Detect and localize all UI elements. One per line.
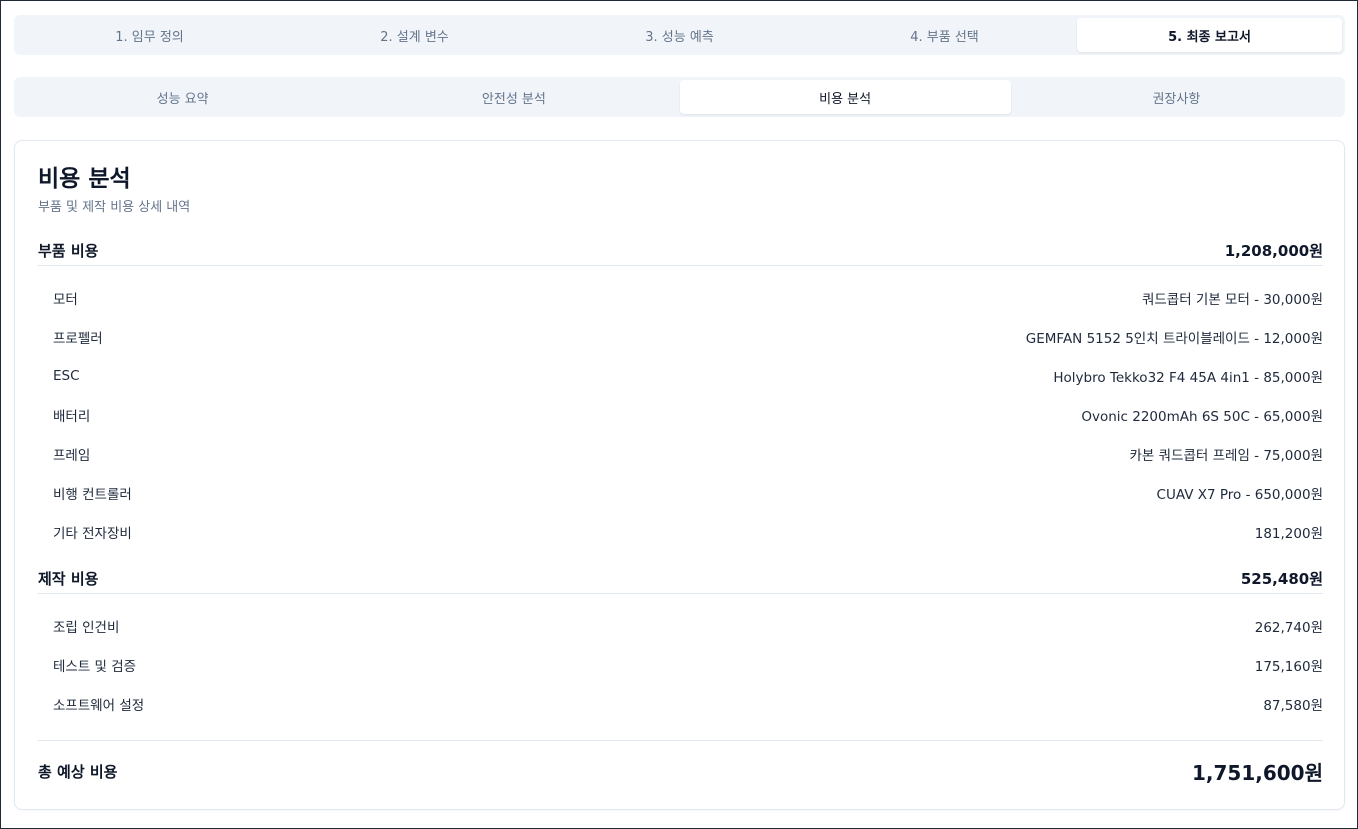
manufacturing-cost-label: 제작 비용 [38,570,99,588]
cost-item-propeller: 프로펠러 GEMFAN 5152 5인치 트라이블레이드 - 12,000원 [38,325,1323,349]
cost-item-value: Ovonic 2200mAh 6S 50C - 65,000원 [1081,409,1323,425]
cost-item-testing: 테스트 및 검증 175,160원 [38,653,1323,677]
cost-item-battery: 배터리 Ovonic 2200mAh 6S 50C - 65,000원 [38,403,1323,427]
total-divider [38,740,1323,741]
step-tab-2[interactable]: 2. 설계 변수 [282,18,547,52]
cost-item-label: 모터 [53,292,78,308]
step-tabs: 1. 임무 정의 2. 설계 변수 3. 성능 예측 4. 부품 선택 5. 최… [14,15,1345,55]
total-cost-label: 총 예상 비용 [38,762,118,781]
cost-item-label: 테스트 및 검증 [53,659,137,675]
report-subtabs: 성능 요약 안전성 분석 비용 분석 권장사항 [14,77,1345,117]
cost-item-label: 프로펠러 [53,331,103,347]
cost-item-value: CUAV X7 Pro - 650,000원 [1156,487,1323,503]
cost-item-other-electronics: 기타 전자장비 181,200원 [38,520,1323,544]
total-cost-row: 총 예상 비용 1,751,600원 [38,754,1323,788]
parts-cost-total: 1,208,000원 [1224,242,1323,260]
cost-item-value: 175,160원 [1254,659,1323,675]
step-tab-4[interactable]: 4. 부품 선택 [812,18,1077,52]
cost-item-esc: ESC Holybro Tekko32 F4 45A 4in1 - 85,000… [38,364,1323,388]
subtab-recommendations[interactable]: 권장사항 [1011,80,1342,114]
subtab-cost-analysis[interactable]: 비용 분석 [679,80,1011,114]
cost-item-value: 262,740원 [1254,620,1323,636]
cost-item-label: 소프트웨어 설정 [53,698,145,714]
cost-item-label: 프레임 [53,448,91,464]
cost-item-label: ESC [53,368,80,384]
cost-item-software-setup: 소프트웨어 설정 87,580원 [38,692,1323,716]
subtab-safety-analysis[interactable]: 안전성 분석 [348,80,679,114]
cost-item-value: GEMFAN 5152 5인치 트라이블레이드 - 12,000원 [1025,331,1323,347]
step-tab-1[interactable]: 1. 임무 정의 [17,18,282,52]
parts-cost-label: 부품 비용 [38,242,99,260]
step-tab-5[interactable]: 5. 최종 보고서 [1077,18,1342,52]
cost-item-assembly-labor: 조립 인건비 262,740원 [38,614,1323,638]
manufacturing-cost-total: 525,480원 [1240,570,1323,588]
cost-item-frame: 프레임 카본 쿼드콥터 프레임 - 75,000원 [38,442,1323,466]
card-title: 비용 분석 [38,166,131,192]
cost-item-label: 비행 컨트롤러 [53,487,132,503]
cost-item-label: 배터리 [53,409,91,425]
cost-item-value: 쿼드콥터 기본 모터 - 30,000원 [1141,292,1323,308]
cost-item-flight-controller: 비행 컨트롤러 CUAV X7 Pro - 650,000원 [38,481,1323,505]
manufacturing-cost-header: 제작 비용 525,480원 [38,564,1323,594]
cost-item-value: Holybro Tekko32 F4 45A 4in1 - 85,000원 [1053,370,1323,386]
cost-item-label: 기타 전자장비 [53,526,132,542]
cost-analysis-card: 비용 분석 부품 및 제작 비용 상세 내역 부품 비용 1,208,000원 … [14,140,1345,810]
app-frame: 1. 임무 정의 2. 설계 변수 3. 성능 예측 4. 부품 선택 5. 최… [0,0,1358,829]
step-tab-3[interactable]: 3. 성능 예측 [547,18,812,52]
cost-item-motor: 모터 쿼드콥터 기본 모터 - 30,000원 [38,286,1323,310]
cost-item-value: 181,200원 [1254,526,1323,542]
cost-item-value: 87,580원 [1263,698,1323,714]
cost-item-value: 카본 쿼드콥터 프레임 - 75,000원 [1129,448,1323,464]
card-subtitle: 부품 및 제작 비용 상세 내역 [38,200,191,215]
parts-cost-header: 부품 비용 1,208,000원 [38,236,1323,266]
cost-item-label: 조립 인건비 [53,620,120,636]
total-cost-value: 1,751,600원 [1191,760,1323,785]
subtab-performance-summary[interactable]: 성능 요약 [17,80,348,114]
